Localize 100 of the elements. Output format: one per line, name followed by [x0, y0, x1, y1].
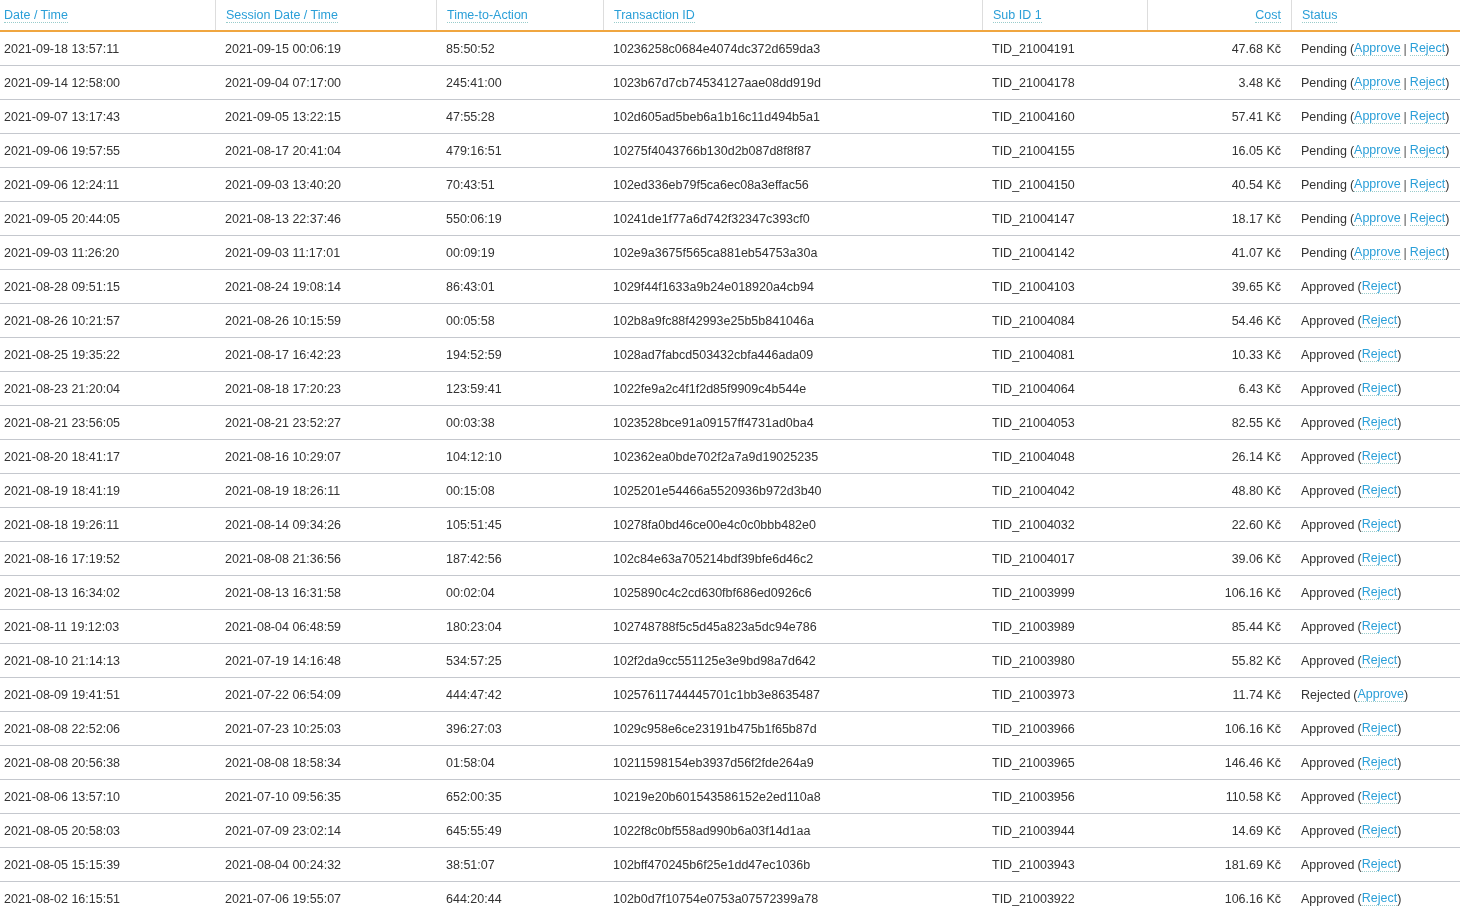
status-action-link[interactable]: Reject [1361, 449, 1398, 464]
time-to-action-cell: 652:00:35 [446, 789, 502, 804]
status-action-link[interactable]: Reject [1361, 517, 1398, 532]
transaction-id-cell: 102ed336eb79f5ca6ec08a3effac56 [613, 177, 809, 192]
transaction-id-cell: 10241de1f77a6d742f32347c393cf0 [613, 211, 810, 226]
status-action-link[interactable]: Reject [1361, 755, 1398, 770]
parenthesis: ) [1397, 857, 1402, 872]
status-action-link[interactable]: Approve [1354, 109, 1401, 124]
parenthesis: ( [1357, 347, 1362, 362]
status-action-link[interactable]: Reject [1361, 347, 1398, 362]
session-date-cell: 2021-07-10 09:56:35 [225, 789, 342, 804]
time-to-action-cell: 180:23:04 [446, 619, 502, 634]
sub-id-cell: TID_21003973 [992, 687, 1075, 702]
parenthesis: ) [1397, 517, 1402, 532]
session-date-cell: 2021-08-18 17:20:23 [225, 381, 342, 396]
sub-id-cell: TID_21004017 [992, 551, 1075, 566]
date-time-cell: 2021-09-18 13:57:11 [4, 41, 120, 56]
status-action-link[interactable]: Reject [1409, 41, 1446, 56]
parenthesis: ) [1397, 755, 1402, 770]
sub-id-cell: TID_21003966 [992, 721, 1075, 736]
status-action-link[interactable]: Reject [1409, 75, 1446, 90]
column-header-link[interactable]: Date / Time [4, 7, 68, 23]
parenthesis: ( [1357, 415, 1362, 430]
status-action-link[interactable]: Reject [1361, 313, 1398, 328]
parenthesis: ) [1397, 823, 1402, 838]
time-to-action-cell: 550:06:19 [446, 211, 502, 226]
status-action-link[interactable]: Approve [1354, 177, 1401, 192]
parenthesis: ( [1349, 245, 1355, 260]
status-action-link[interactable]: Reject [1361, 415, 1398, 430]
date-time-cell: 2021-08-13 16:34:02 [4, 585, 121, 600]
cost-cell: 106.16 Kč [1224, 585, 1281, 600]
transaction-id-cell: 102e9a3675f565ca881eb54753a30a [613, 245, 818, 260]
column-header-link[interactable]: Sub ID 1 [993, 7, 1042, 23]
status-text: Pending [1301, 109, 1347, 124]
time-to-action-cell: 396:27:03 [446, 721, 502, 736]
status-text: Approved [1301, 517, 1355, 532]
sub-id-cell: TID_21004064 [992, 381, 1075, 396]
cost-cell: 47.68 Kč [1231, 41, 1281, 56]
parenthesis: ) [1397, 313, 1402, 328]
date-time-cell: 2021-08-16 17:19:52 [4, 551, 121, 566]
status-action-link[interactable]: Reject [1409, 245, 1446, 260]
status-text: Approved [1301, 551, 1355, 566]
parenthesis: ) [1397, 415, 1402, 430]
parenthesis: ) [1397, 279, 1402, 294]
status-action-link[interactable]: Reject [1361, 381, 1398, 396]
date-time-cell: 2021-08-08 22:52:06 [4, 721, 121, 736]
time-to-action-cell: 644:20:44 [446, 891, 502, 906]
status-action-link[interactable]: Reject [1361, 823, 1398, 838]
column-header-link[interactable]: Status [1302, 7, 1338, 23]
sub-id-cell: TID_21004150 [992, 177, 1075, 192]
status-text: Pending [1301, 41, 1347, 56]
status-action-link[interactable]: Reject [1361, 891, 1398, 906]
parenthesis: ) [1445, 245, 1450, 260]
session-date-cell: 2021-08-04 06:48:59 [225, 619, 342, 634]
status-action-link[interactable]: Reject [1361, 279, 1398, 294]
status-action-link[interactable]: Reject [1361, 551, 1398, 566]
time-to-action-cell: 645:55:49 [446, 823, 502, 838]
status-action-link[interactable]: Approve [1354, 41, 1401, 56]
status-action-link[interactable]: Approve [1357, 687, 1405, 702]
parenthesis: ( [1357, 789, 1362, 804]
date-time-cell: 2021-08-21 23:56:05 [4, 415, 121, 430]
time-to-action-cell: 444:47:42 [446, 687, 502, 702]
column-header-link[interactable]: Transaction ID [614, 7, 695, 23]
status-action-link[interactable]: Reject [1361, 585, 1398, 600]
status-text: Approved [1301, 381, 1355, 396]
session-date-cell: 2021-08-08 18:58:34 [225, 755, 342, 770]
status-action-link[interactable]: Reject [1361, 619, 1398, 634]
transaction-id-cell: 102bff470245b6f25e1dd47ec1036b [613, 857, 811, 872]
status-text: Approved [1301, 347, 1355, 362]
status-action-link[interactable]: Reject [1409, 211, 1446, 226]
status-action-link[interactable]: Reject [1361, 789, 1398, 804]
transaction-id-cell: 10278fa0bd46ce00e4c0c0bbb482e0 [613, 517, 816, 532]
status-action-link[interactable]: Approve [1354, 211, 1401, 226]
session-date-cell: 2021-08-17 16:42:23 [225, 347, 342, 362]
status-text: Pending [1301, 211, 1347, 226]
sub-id-cell: TID_21003922 [992, 891, 1075, 906]
status-action-link[interactable]: Reject [1409, 109, 1446, 124]
transaction-id-cell: 102748788f5c5d45a823a5dc94e786 [613, 619, 817, 634]
column-header-link[interactable]: Time-to-Action [447, 7, 528, 23]
parenthesis: ( [1357, 755, 1362, 770]
status-text: Approved [1301, 653, 1355, 668]
column-header-link[interactable]: Session Date / Time [226, 7, 338, 23]
parenthesis: ( [1357, 517, 1362, 532]
status-action-link[interactable]: Approve [1354, 143, 1401, 158]
parenthesis: ) [1397, 585, 1402, 600]
parenthesis: ( [1357, 619, 1362, 634]
cost-cell: 22.60 Kč [1231, 517, 1281, 532]
parenthesis: ) [1397, 721, 1402, 736]
status-action-link[interactable]: Reject [1361, 857, 1398, 872]
status-action-link[interactable]: Reject [1409, 143, 1446, 158]
session-date-cell: 2021-08-04 00:24:32 [225, 857, 342, 872]
column-header-link[interactable]: Cost [1255, 7, 1281, 23]
date-time-cell: 2021-09-03 11:26:20 [4, 245, 120, 260]
time-to-action-cell: 86:43:01 [446, 279, 495, 294]
status-action-link[interactable]: Approve [1354, 245, 1401, 260]
status-action-link[interactable]: Reject [1409, 177, 1446, 192]
status-action-link[interactable]: Reject [1361, 483, 1398, 498]
status-action-link[interactable]: Reject [1361, 653, 1398, 668]
status-action-link[interactable]: Approve [1354, 75, 1401, 90]
status-action-link[interactable]: Reject [1361, 721, 1398, 736]
